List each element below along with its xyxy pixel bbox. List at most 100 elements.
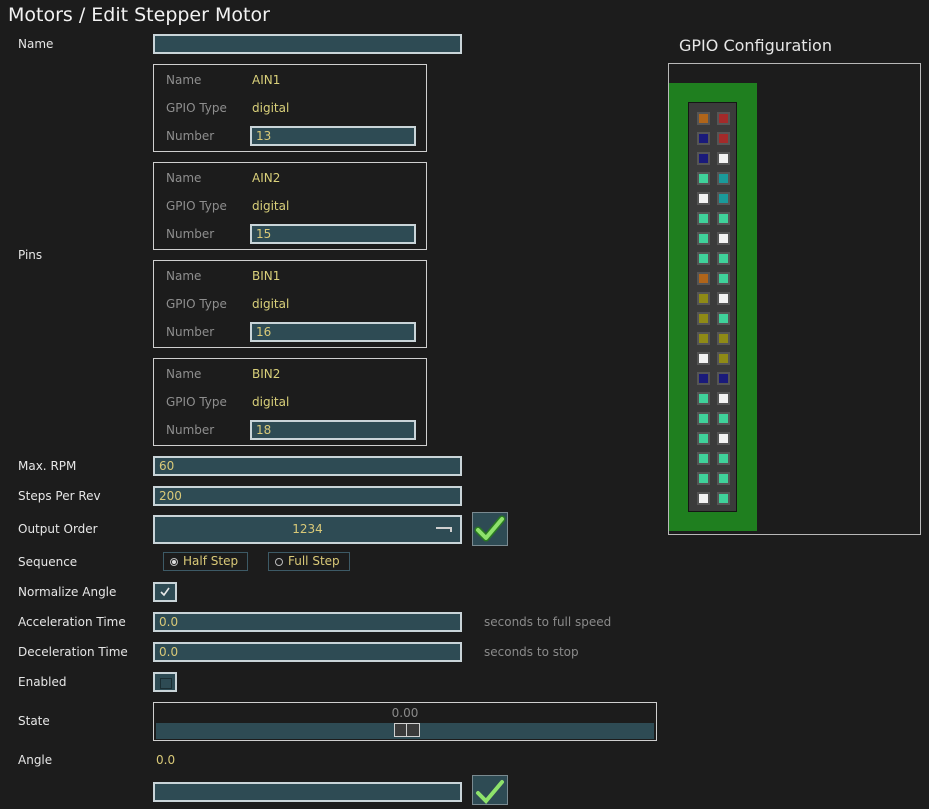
gpio-pin[interactable] (717, 292, 730, 305)
gpio-pin[interactable] (717, 252, 730, 265)
pin-name-label: Name (166, 171, 202, 185)
pin-number-input[interactable]: 13 (250, 126, 416, 146)
steps-per-rev-label: Steps Per Rev (18, 489, 101, 503)
output-order-label: Output Order (18, 522, 98, 536)
steps-per-rev-input[interactable]: 200 (153, 486, 462, 506)
gpio-pin[interactable] (717, 492, 730, 505)
gpio-pin[interactable] (717, 372, 730, 385)
gpio-pin[interactable] (697, 152, 710, 165)
pin-number-input[interactable]: 16 (250, 322, 416, 342)
gpio-pin[interactable] (697, 392, 710, 405)
pin-box-bin1: Name BIN1 GPIO Type digital Number 16 (153, 260, 427, 348)
sequence-half-step-radio[interactable]: Half Step (163, 552, 248, 571)
gpio-pin[interactable] (697, 472, 710, 485)
partial-input[interactable] (153, 782, 462, 802)
gpio-pin[interactable] (697, 432, 710, 445)
gpio-pin[interactable] (717, 472, 730, 485)
gpio-pin[interactable] (717, 452, 730, 465)
angle-label: Angle (18, 753, 53, 767)
acceleration-time-input[interactable]: 0.0 (153, 612, 462, 632)
gpio-pin[interactable] (717, 332, 730, 345)
max-rpm-input[interactable]: 60 (153, 456, 462, 476)
gpio-pin[interactable] (717, 232, 730, 245)
state-slider-track[interactable] (156, 723, 654, 739)
gpio-pin[interactable] (697, 172, 710, 185)
pin-type-label: GPIO Type (166, 395, 227, 409)
pin-name-value: BIN2 (252, 367, 281, 381)
gpio-pin[interactable] (717, 192, 730, 205)
name-label: Name (18, 37, 54, 51)
sequence-full-step-radio[interactable]: Full Step (268, 552, 350, 571)
pin-number-input[interactable]: 15 (250, 224, 416, 244)
gpio-header (688, 102, 737, 512)
normalize-angle-checkbox[interactable] (153, 582, 177, 602)
gpio-pin[interactable] (717, 392, 730, 405)
state-value: 0.00 (391, 706, 419, 720)
pin-number-label: Number (166, 129, 215, 143)
pin-name-value: BIN1 (252, 269, 281, 283)
pin-number-label: Number (166, 423, 215, 437)
gpio-pin[interactable] (717, 432, 730, 445)
max-rpm-label: Max. RPM (18, 459, 77, 473)
gpio-pin[interactable] (717, 132, 730, 145)
pin-number-label: Number (166, 227, 215, 241)
sequence-option-label: Half Step (183, 554, 239, 568)
deceleration-time-input[interactable]: 0.0 (153, 642, 462, 662)
page-title: Motors / Edit Stepper Motor (8, 4, 270, 26)
pin-number-input[interactable]: 18 (250, 420, 416, 440)
deceleration-hint: seconds to stop (484, 645, 579, 659)
pin-type-label: GPIO Type (166, 297, 227, 311)
enabled-checkbox[interactable] (153, 672, 177, 692)
gpio-pin[interactable] (697, 232, 710, 245)
state-slider-panel: 0.00 (153, 702, 657, 741)
gpio-pin[interactable] (697, 372, 710, 385)
gpio-pin[interactable] (697, 452, 710, 465)
pin-box-bin2: Name BIN2 GPIO Type digital Number 18 (153, 358, 427, 446)
gpio-pin[interactable] (697, 212, 710, 225)
gpio-pin[interactable] (697, 112, 710, 125)
gpio-pin[interactable] (717, 412, 730, 425)
gpio-pin[interactable] (697, 492, 710, 505)
gpio-pin[interactable] (717, 112, 730, 125)
acceleration-hint: seconds to full speed (484, 615, 612, 629)
pin-name-value: AIN2 (252, 171, 281, 185)
output-order-dropdown[interactable]: 1234 (153, 515, 462, 544)
pin-name-label: Name (166, 73, 202, 87)
pin-type-value: digital (252, 101, 290, 115)
acceleration-time-label: Acceleration Time (18, 615, 126, 629)
gpio-pin[interactable] (697, 332, 710, 345)
state-label: State (18, 714, 50, 728)
gpio-pin[interactable] (697, 412, 710, 425)
checkbox-empty-icon (160, 678, 172, 689)
gpio-pin[interactable] (717, 352, 730, 365)
gpio-pin[interactable] (697, 272, 710, 285)
state-slider-handle[interactable] (394, 723, 420, 737)
deceleration-time-label: Deceleration Time (18, 645, 128, 659)
gpio-pin[interactable] (697, 292, 710, 305)
partial-apply-button[interactable] (472, 775, 508, 805)
checkmark-icon (474, 515, 506, 542)
enabled-label: Enabled (18, 675, 67, 689)
check-icon (160, 587, 170, 597)
gpio-pin[interactable] (717, 152, 730, 165)
gpio-pin[interactable] (697, 192, 710, 205)
gpio-pin[interactable] (697, 352, 710, 365)
gpio-pin[interactable] (697, 252, 710, 265)
gpio-pin[interactable] (697, 312, 710, 325)
pin-box-ain1: Name AIN1 GPIO Type digital Number 13 (153, 64, 427, 152)
gpio-pin[interactable] (717, 312, 730, 325)
pin-name-label: Name (166, 367, 202, 381)
name-input[interactable] (153, 34, 462, 54)
sequence-option-label: Full Step (288, 554, 340, 568)
pin-box-ain2: Name AIN2 GPIO Type digital Number 15 (153, 162, 427, 250)
pin-type-label: GPIO Type (166, 101, 227, 115)
gpio-pin[interactable] (717, 172, 730, 185)
gpio-pin[interactable] (717, 272, 730, 285)
apply-output-order-button[interactable] (472, 512, 508, 546)
gpio-pin[interactable] (697, 132, 710, 145)
pin-number-label: Number (166, 325, 215, 339)
pins-label: Pins (18, 248, 43, 262)
pin-type-value: digital (252, 199, 290, 213)
pin-name-label: Name (166, 269, 202, 283)
gpio-pin[interactable] (717, 212, 730, 225)
